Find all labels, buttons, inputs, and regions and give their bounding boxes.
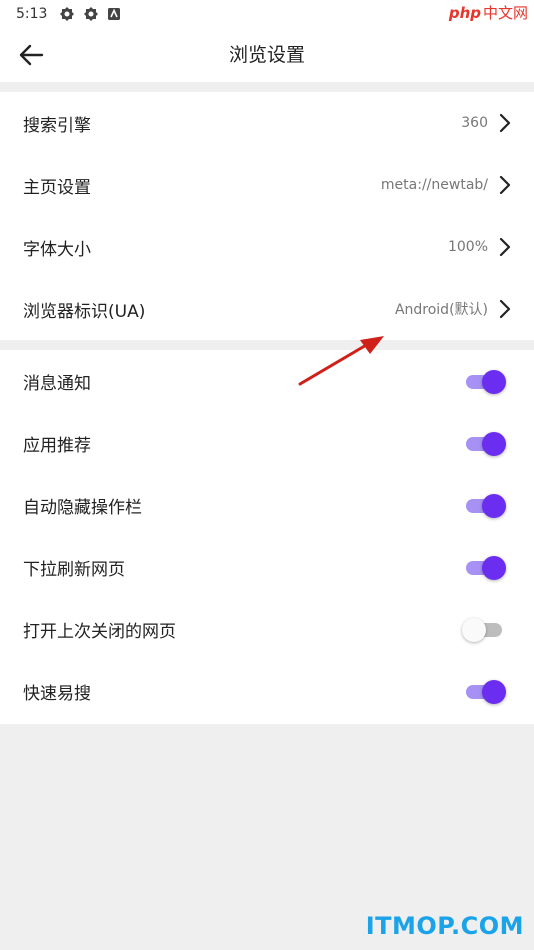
row-value: Android(默认) bbox=[394, 302, 488, 318]
toggle-switch[interactable] bbox=[464, 432, 508, 456]
row-label: 字体大小 bbox=[23, 239, 91, 260]
toggle-switch[interactable] bbox=[464, 680, 508, 704]
page-title: 浏览设置 bbox=[228, 44, 305, 66]
toggle-thumb bbox=[482, 680, 506, 704]
row-label: 自动隐藏操作栏 bbox=[23, 497, 142, 518]
row-label: 打开上次关闭的网页 bbox=[23, 621, 176, 642]
pull-to-refresh-row[interactable]: 下拉刷新网页 bbox=[0, 536, 534, 598]
toggle-thumb bbox=[482, 494, 506, 518]
toggle-thumb bbox=[482, 370, 506, 394]
auto-hide-toolbar-row[interactable]: 自动隐藏操作栏 bbox=[0, 474, 534, 536]
chevron-right-icon bbox=[498, 113, 512, 133]
chevron-right-icon bbox=[498, 299, 512, 319]
row-label: 浏览器标识(UA) bbox=[23, 301, 146, 322]
row-label: 快速易搜 bbox=[23, 683, 91, 704]
toggle-switch[interactable] bbox=[464, 370, 508, 394]
row-label: 搜索引擎 bbox=[23, 115, 91, 136]
toggle-switch[interactable] bbox=[464, 556, 508, 580]
app-recommend-row[interactable]: 应用推荐 bbox=[0, 412, 534, 474]
back-button[interactable] bbox=[18, 43, 44, 67]
notification-icon bbox=[107, 7, 121, 21]
row-value: 360 bbox=[461, 115, 488, 131]
row-label: 下拉刷新网页 bbox=[23, 559, 125, 580]
quick-search-row[interactable]: 快速易搜 bbox=[0, 660, 534, 722]
chevron-right-icon bbox=[498, 175, 512, 195]
watermark-itmop: ITMOP.COM bbox=[365, 912, 524, 940]
settings-icon bbox=[59, 6, 75, 22]
row-value: 100% bbox=[447, 239, 488, 255]
toggle-switch[interactable] bbox=[462, 618, 508, 642]
font-size-row[interactable]: 字体大小 100% bbox=[0, 216, 534, 278]
arrow-left-icon bbox=[19, 44, 44, 66]
message-notification-row[interactable]: 消息通知 bbox=[0, 350, 534, 412]
chevron-right-icon bbox=[498, 237, 512, 257]
toggle-thumb bbox=[462, 618, 486, 642]
reopen-closed-pages-row[interactable]: 打开上次关闭的网页 bbox=[0, 598, 534, 660]
watermark-php: php 中文网 bbox=[449, 2, 528, 23]
watermark-brand: php bbox=[448, 3, 481, 22]
toggle-thumb bbox=[482, 556, 506, 580]
search-engine-row[interactable]: 搜索引擎 360 bbox=[0, 92, 534, 154]
settings-icon bbox=[83, 6, 99, 22]
user-agent-row[interactable]: 浏览器标识(UA) Android(默认) bbox=[0, 278, 534, 340]
row-label: 主页设置 bbox=[23, 177, 91, 198]
homepage-row[interactable]: 主页设置 meta://newtab/ bbox=[0, 154, 534, 216]
row-label: 消息通知 bbox=[23, 373, 91, 394]
toggle-switch[interactable] bbox=[464, 494, 508, 518]
toggle-thumb bbox=[482, 432, 506, 456]
app-bar: 浏览设置 bbox=[0, 28, 534, 82]
watermark-suffix: 中文网 bbox=[482, 4, 528, 22]
row-label: 应用推荐 bbox=[23, 435, 91, 456]
settings-section-toggles: 消息通知 应用推荐 自动隐藏操作栏 下拉刷新网页 打开上次关闭的网页 快速易搜 bbox=[0, 350, 534, 724]
status-time: 5:13 bbox=[16, 6, 48, 22]
annotation-arrow-icon bbox=[298, 336, 384, 386]
row-value: meta://newtab/ bbox=[380, 177, 488, 193]
settings-section-general: 搜索引擎 360 主页设置 meta://newtab/ 字体大小 100% 浏… bbox=[0, 92, 534, 340]
